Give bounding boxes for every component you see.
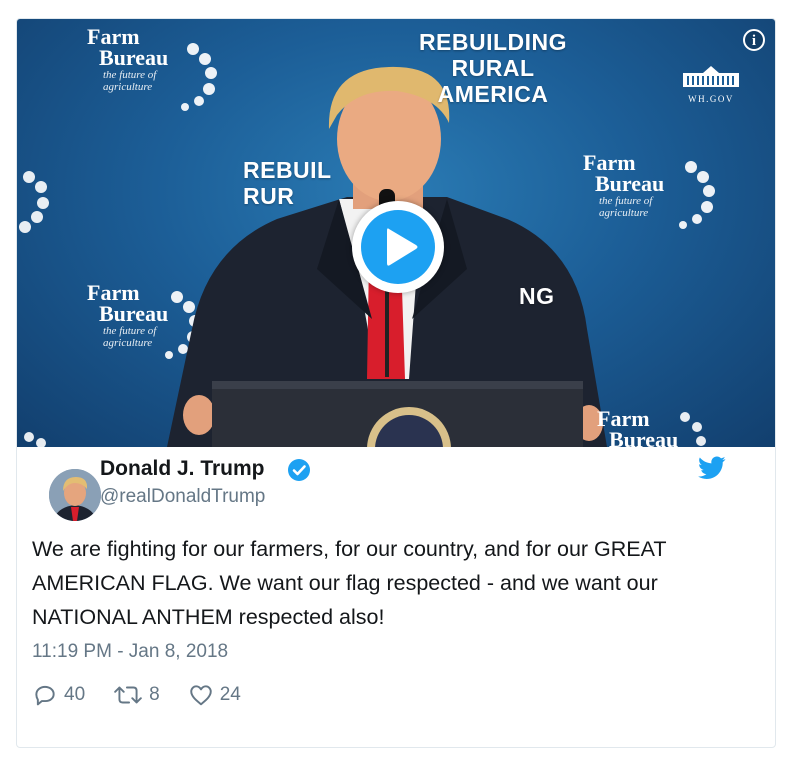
whitehouse-logo: WH.GOV: [679, 65, 743, 104]
avatar-image: [49, 469, 101, 521]
whitehouse-icon: [683, 66, 739, 87]
whitehouse-text: WH.GOV: [688, 94, 734, 104]
tweet-timestamp[interactable]: 11:19 PM - Jan 8, 2018: [32, 641, 228, 663]
backdrop-headline-line-1: REBUILDING: [418, 29, 568, 55]
play-button[interactable]: [352, 201, 444, 293]
farm-bureau-logo: Farm Bureau the future of agriculture: [583, 150, 665, 220]
info-button[interactable]: i: [743, 29, 765, 51]
farm-bureau-logo-partial: Farm Bureau: [597, 406, 679, 448]
tweet-embed-card: REBUILDING RURAL AMERICA REBUIL RUR NG F…: [16, 18, 776, 748]
backdrop-headline-line-3: AMERICA: [437, 81, 549, 107]
author-name[interactable]: Donald J. Trump: [100, 457, 265, 481]
backdrop-headline-repeat-line-2: RUR: [243, 183, 295, 209]
like-icon: [189, 685, 212, 706]
retweet-icon: [114, 686, 142, 704]
avatar[interactable]: [49, 469, 101, 521]
tweet-actions: 40 8 24: [32, 682, 269, 708]
backdrop-headline-repeat: REBUIL RUR: [243, 157, 353, 209]
reply-button[interactable]: 40: [32, 682, 85, 708]
reply-icon: [35, 685, 55, 706]
tweet-video[interactable]: REBUILDING RURAL AMERICA REBUIL RUR NG F…: [17, 19, 775, 447]
retweet-button[interactable]: 8: [113, 682, 160, 708]
farm-bureau-logo: Farm Bureau the future of agriculture: [87, 24, 169, 94]
backdrop-headline-repeat-line-1: REBUIL: [243, 157, 332, 183]
retweet-count: 8: [149, 684, 160, 705]
reply-count: 40: [64, 684, 86, 705]
backdrop-partial-text: NG: [519, 283, 555, 309]
like-button[interactable]: 24: [188, 682, 241, 708]
like-count: 24: [219, 684, 241, 705]
twitter-bird-icon[interactable]: [698, 456, 726, 480]
play-icon: [387, 228, 418, 266]
backdrop-headline-line-2: RURAL: [451, 55, 535, 81]
verified-icon: [288, 459, 310, 481]
farm-bureau-logo: Farm Bureau the future of agriculture: [87, 280, 169, 350]
author-handle[interactable]: @realDonaldTrump: [100, 486, 265, 508]
backdrop-headline: REBUILDING RURAL AMERICA: [393, 29, 593, 107]
tweet-text: We are fighting for our farmers, for our…: [32, 537, 667, 629]
